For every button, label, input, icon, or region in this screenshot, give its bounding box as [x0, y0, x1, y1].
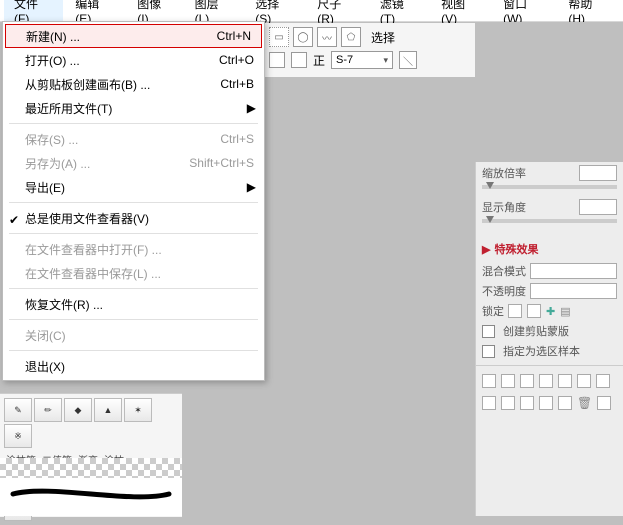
blend-mode-dropdown[interactable]	[530, 263, 617, 279]
menu-item-label: 最近所用文件(T)	[25, 100, 254, 117]
action-new[interactable]	[482, 396, 496, 410]
zoom-slider[interactable]	[482, 185, 617, 189]
fx-panel-header[interactable]: ▶ 特殊效果	[476, 237, 623, 261]
file-menu-item[interactable]: 最近所用文件(T)▶	[3, 96, 264, 120]
menu-icon[interactable]: ▤	[560, 305, 570, 318]
width-label: 正	[313, 52, 325, 69]
menu-item-label: 关闭(C)	[25, 327, 254, 344]
menu-item-label: 导出(E)	[25, 179, 254, 196]
sel-sample-checkbox[interactable]	[482, 345, 495, 358]
add-icon[interactable]: ✚	[546, 305, 555, 318]
angle-value-field[interactable]	[579, 199, 617, 215]
sel-sample-label: 指定为选区样本	[503, 343, 580, 359]
menu-item-label: 恢复文件(R) ...	[25, 296, 254, 313]
line-tool-icon[interactable]: ＼	[399, 51, 417, 69]
marquee-lasso-icon[interactable]: 〰	[317, 27, 337, 47]
opt-toggle-2[interactable]	[291, 52, 307, 68]
navigator-thumbnail[interactable]	[475, 22, 623, 162]
lock-position-icon[interactable]	[527, 304, 541, 318]
zoom-label: 缩放倍率	[482, 168, 526, 180]
action-more[interactable]	[597, 396, 611, 410]
opacity-label: 不透明度	[482, 283, 526, 299]
action-mask[interactable]	[558, 396, 572, 410]
menu-item-shortcut: Ctrl+N	[217, 29, 251, 43]
submenu-arrow-icon: ▶	[247, 101, 256, 115]
tool-btn-4[interactable]: ✶	[124, 398, 152, 422]
menu-item-label: 另存为(A) ...	[25, 155, 189, 172]
triangle-right-icon: ▶	[482, 243, 490, 256]
menu-item-shortcut: Ctrl+B	[220, 77, 254, 91]
layer-btn-1[interactable]	[482, 374, 496, 388]
file-menu-item[interactable]: ✔ 总是使用文件查看器(V)	[3, 206, 264, 230]
select-label: 选择	[371, 29, 395, 46]
layer-btn-5[interactable]	[558, 374, 572, 388]
clip-mask-checkbox[interactable]	[482, 325, 495, 338]
preset-dropdown[interactable]: S-7 ▾	[331, 51, 393, 69]
checker-strip	[0, 458, 182, 478]
brush-preview	[0, 458, 182, 516]
tool-btn-0[interactable]: ✎	[4, 398, 32, 422]
menu-item-label: 保存(S) ...	[25, 131, 220, 148]
file-menu-item[interactable]: 导出(E)▶	[3, 175, 264, 199]
lock-pixels-icon[interactable]	[508, 304, 522, 318]
clip-mask-label: 创建剪贴蒙版	[503, 323, 569, 339]
marquee-ellipse-icon[interactable]: ◯	[293, 27, 313, 47]
lock-label: 锁定	[482, 303, 504, 319]
menu-item-label: 在文件查看器中保存(L) ...	[25, 265, 254, 282]
action-copy[interactable]	[501, 396, 515, 410]
layer-btn-2[interactable]	[501, 374, 515, 388]
file-menu-item[interactable]: 打开(O) ...Ctrl+O	[3, 48, 264, 72]
marquee-poly-icon[interactable]: ⬠	[341, 27, 361, 47]
file-menu-item[interactable]: 退出(X)	[3, 354, 264, 378]
file-menu-item[interactable]: 恢复文件(R) ...	[3, 292, 264, 316]
menu-item-label: 从剪贴板创建画布(B) ...	[25, 76, 220, 93]
file-menu-item: 在文件查看器中保存(L) ...	[3, 261, 264, 285]
menu-item-label: 退出(X)	[25, 358, 254, 375]
menu-item-label: 新建(N) ...	[26, 28, 217, 45]
preset-value: S-7	[336, 54, 353, 66]
tool-btn-5[interactable]: ※	[4, 424, 32, 448]
options-bar: ▭ ◯ 〰 ⬠ 选择 正 S-7 ▾ ＼	[263, 23, 476, 78]
angle-slider[interactable]	[482, 219, 617, 223]
menu-item-label: 总是使用文件查看器(V)	[25, 210, 254, 227]
layer-btn-4[interactable]	[539, 374, 553, 388]
file-menu-item: 另存为(A) ...Shift+Ctrl+S	[3, 151, 264, 175]
tool-btn-2[interactable]: ◆	[64, 398, 92, 422]
file-menu-item: 保存(S) ...Ctrl+S	[3, 127, 264, 151]
marquee-rect-icon[interactable]: ▭	[269, 27, 289, 47]
tool-btn-3[interactable]: ▲	[94, 398, 122, 422]
tool-btn-1[interactable]: ✏	[34, 398, 62, 422]
opt-toggle-1[interactable]	[269, 52, 285, 68]
menu-item-shortcut: Shift+Ctrl+S	[189, 156, 254, 170]
brush-stroke-preview	[10, 484, 172, 504]
blend-mode-label: 混合模式	[482, 263, 526, 279]
menu-item-label: 打开(O) ...	[25, 52, 219, 69]
file-menu-item: 在文件查看器中打开(F) ...	[3, 237, 264, 261]
layer-btn-7[interactable]	[596, 374, 610, 388]
menubar: 文件(F)编辑(E)图像(I)图层(L)选择(S)尺子(R)滤镜(T)视图(V)…	[0, 0, 623, 22]
opacity-field[interactable]	[530, 283, 617, 299]
angle-label: 显示角度	[482, 202, 526, 214]
submenu-arrow-icon: ▶	[247, 180, 256, 194]
layer-btn-6[interactable]	[577, 374, 591, 388]
menu-item-label: 在文件查看器中打开(F) ...	[25, 241, 254, 258]
file-menu-dropdown: 新建(N) ...Ctrl+N打开(O) ...Ctrl+O从剪贴板创建画布(B…	[2, 21, 265, 381]
fx-title: 特殊效果	[494, 241, 538, 257]
chevron-down-icon: ▾	[383, 55, 388, 66]
action-merge[interactable]	[539, 396, 553, 410]
action-group[interactable]	[520, 396, 534, 410]
file-menu-item[interactable]: 新建(N) ...Ctrl+N	[5, 24, 262, 48]
menu-item-shortcut: Ctrl+O	[219, 53, 254, 67]
check-icon: ✔	[9, 213, 19, 223]
file-menu-item[interactable]: 从剪贴板创建画布(B) ...Ctrl+B	[3, 72, 264, 96]
layer-btn-3[interactable]	[520, 374, 534, 388]
trash-icon[interactable]: 🗑	[577, 396, 592, 410]
right-panel: 缩放倍率 显示角度 ▶ 特殊效果 混合模式 不透明度 锁定 ✚ ▤ 创建剪贴蒙版…	[475, 23, 623, 516]
file-menu-item: 关闭(C)	[3, 323, 264, 347]
zoom-value-field[interactable]	[579, 165, 617, 181]
menu-item-shortcut: Ctrl+S	[220, 132, 254, 146]
canvas-area[interactable]	[263, 77, 476, 516]
